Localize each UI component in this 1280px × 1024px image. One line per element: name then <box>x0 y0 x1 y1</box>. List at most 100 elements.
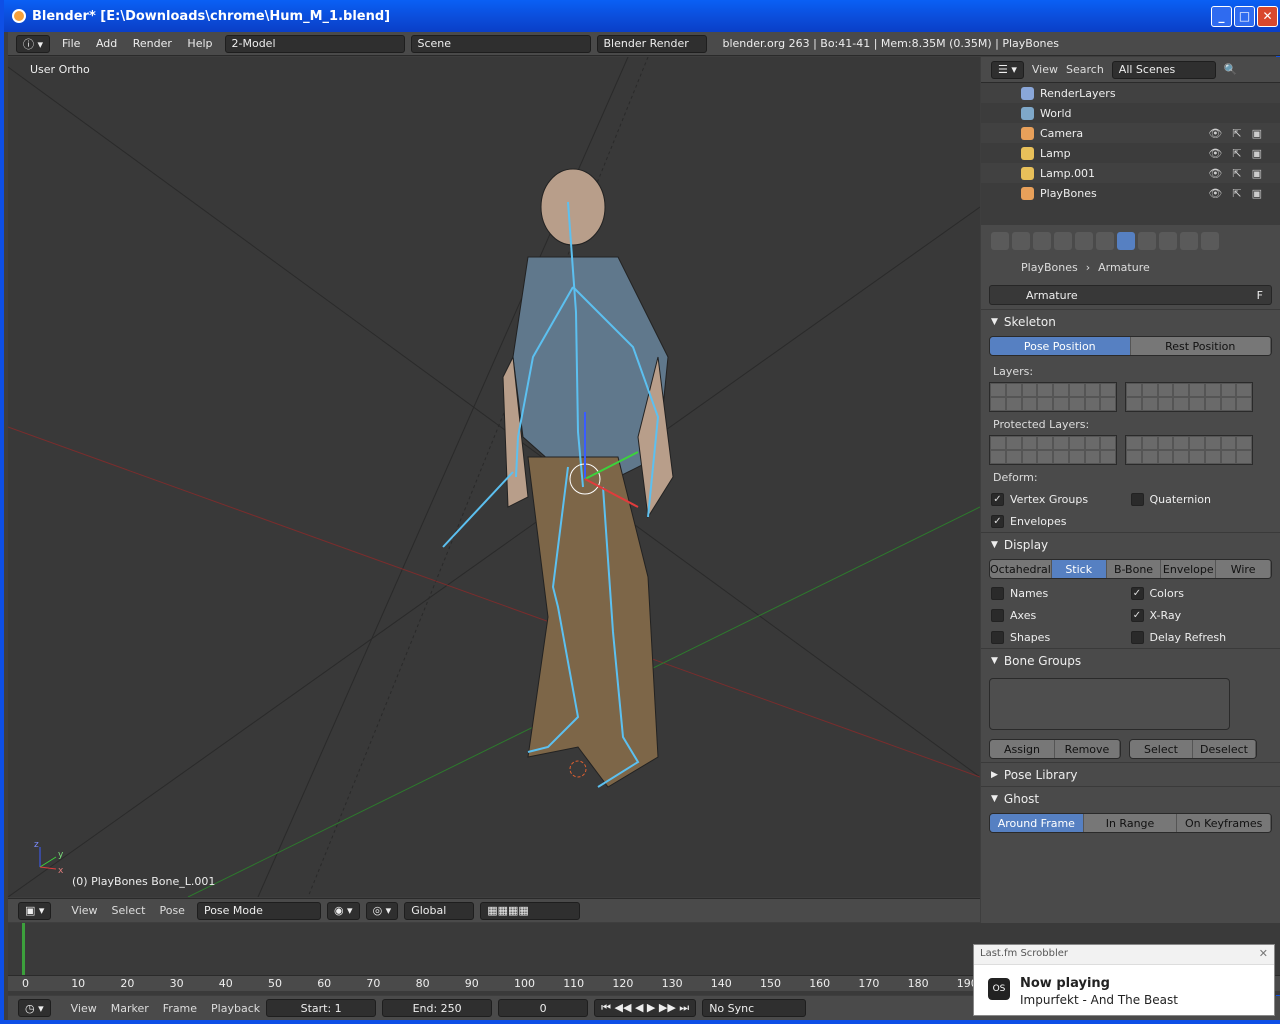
layer-cell[interactable] <box>1100 450 1116 464</box>
stick-button[interactable]: Stick <box>1051 560 1107 578</box>
protected-grid-left[interactable] <box>989 435 1117 465</box>
3d-viewport[interactable]: z y x User Ortho (0) PlayBones Bone_L.00… <box>8 57 980 897</box>
outliner-item[interactable]: Lamp 👁⇱▣ <box>981 143 1280 163</box>
layer-cell[interactable] <box>1220 450 1237 464</box>
bone-constraint-tab-icon[interactable] <box>1159 232 1177 250</box>
menu-render[interactable]: Render <box>133 37 172 50</box>
layer-cell[interactable] <box>990 436 1006 450</box>
layer-cell[interactable] <box>1189 436 1205 450</box>
crumb-object[interactable]: PlayBones <box>1021 261 1078 274</box>
layer-cell[interactable] <box>1053 397 1069 411</box>
close-button[interactable]: ✕ <box>1257 6 1278 27</box>
layer-cell[interactable] <box>1005 450 1022 464</box>
physics-tab-icon[interactable] <box>1201 232 1219 250</box>
layer-cell[interactable] <box>1173 383 1189 397</box>
texture-tab-icon[interactable] <box>1180 232 1198 250</box>
menu-help[interactable]: Help <box>187 37 212 50</box>
layer-cell[interactable] <box>1189 397 1205 411</box>
around-frame-button[interactable]: Around Frame <box>990 814 1084 832</box>
menu-pose[interactable]: Pose <box>159 904 184 917</box>
layer-cell[interactable] <box>1173 450 1189 464</box>
modifiers-tab-icon[interactable] <box>1096 232 1114 250</box>
outliner-item[interactable]: Camera 👁⇱▣ <box>981 123 1280 143</box>
layer-cell[interactable] <box>1141 450 1158 464</box>
layer-cell[interactable] <box>1084 436 1101 450</box>
in-range-button[interactable]: In Range <box>1083 814 1178 832</box>
menu-view[interactable]: View <box>71 904 97 917</box>
search-icon[interactable]: 🔍 <box>1224 63 1238 76</box>
timeline-menu-view[interactable]: View <box>71 1002 97 1015</box>
layer-cell[interactable] <box>1053 450 1069 464</box>
layer-cell[interactable] <box>1220 383 1237 397</box>
layer-cell[interactable] <box>1021 383 1038 397</box>
3d-cursor[interactable] <box>569 760 587 778</box>
layer-cell[interactable] <box>1220 397 1237 411</box>
viewport-editor-icon[interactable]: ▣ ▾ <box>18 901 52 920</box>
mode-select[interactable]: Pose Mode <box>196 901 321 920</box>
armature-name-field[interactable]: Armature F <box>989 285 1272 305</box>
layer-cell[interactable] <box>1189 450 1205 464</box>
protected-grid-right[interactable] <box>1125 435 1253 465</box>
bone-tab-icon[interactable] <box>1138 232 1156 250</box>
maximize-button[interactable]: □ <box>1234 6 1255 27</box>
layer-grid-left[interactable] <box>989 382 1117 412</box>
menu-add[interactable]: Add <box>96 37 117 50</box>
crumb-armature[interactable]: Armature <box>1098 261 1150 274</box>
timeline-menu-playback[interactable]: Playback <box>211 1002 260 1015</box>
colors-checkbox[interactable]: ✓ Colors <box>1130 586 1271 600</box>
bone-groups-list[interactable] <box>989 678 1230 730</box>
layer-cell[interactable] <box>1126 450 1142 464</box>
render-tab-icon[interactable] <box>991 232 1009 250</box>
outliner-item[interactable]: PlayBones 👁⇱▣ <box>981 183 1280 203</box>
outliner-item[interactable]: RenderLayers <box>981 83 1280 103</box>
layer-cell[interactable] <box>1157 436 1174 450</box>
bbone-button[interactable]: B-Bone <box>1106 560 1162 578</box>
layer-cell[interactable] <box>1100 383 1116 397</box>
pose-position-button[interactable]: Pose Position <box>990 337 1131 355</box>
layer-cell[interactable] <box>1084 383 1101 397</box>
protected-layer-grid[interactable] <box>981 435 1280 465</box>
layer-cell[interactable] <box>1126 397 1142 411</box>
layer-cell[interactable] <box>1173 397 1189 411</box>
layer-cell[interactable] <box>1068 383 1085 397</box>
layer-cell[interactable] <box>1157 397 1174 411</box>
visibility-icons[interactable]: 👁⇱▣ <box>1208 127 1272 140</box>
visibility-icons[interactable]: 👁⇱▣ <box>1208 167 1272 180</box>
current-frame-field[interactable]: 0 <box>498 999 589 1017</box>
layer-cell[interactable] <box>1037 383 1053 397</box>
axes-checkbox[interactable]: Axes <box>991 608 1131 622</box>
xray-checkbox[interactable]: ✓ X-Ray <box>1130 608 1271 622</box>
layer-cell[interactable] <box>990 450 1006 464</box>
timeline-menu-frame[interactable]: Frame <box>163 1002 197 1015</box>
layer-cell[interactable] <box>1005 397 1022 411</box>
layer-cell[interactable] <box>1236 450 1252 464</box>
sync-select[interactable]: No Sync <box>702 999 807 1017</box>
layer-grid[interactable] <box>981 382 1280 412</box>
scene-select[interactable]: Scene <box>410 34 591 53</box>
vertex-groups-checkbox[interactable]: ✓ Vertex Groups <box>991 492 1131 506</box>
deselect-button[interactable]: Deselect <box>1193 740 1256 758</box>
pivot-select[interactable]: ◎ ▾ <box>365 901 399 920</box>
layer-cell[interactable] <box>1220 436 1237 450</box>
layer-cell[interactable] <box>1204 450 1221 464</box>
outliner-editor-icon[interactable]: ☰ ▾ <box>991 60 1024 79</box>
minimize-button[interactable]: _ <box>1211 6 1232 27</box>
layer-cell[interactable] <box>1021 450 1038 464</box>
ghost-panel-header[interactable]: Ghost <box>981 786 1280 810</box>
end-frame-field[interactable]: End: 250 <box>382 999 493 1017</box>
display-panel-header[interactable]: Display <box>981 532 1280 556</box>
layer-cell[interactable] <box>990 397 1006 411</box>
wire-button[interactable]: Wire <box>1216 560 1271 578</box>
current-frame-marker[interactable] <box>22 923 25 975</box>
layer-cell[interactable] <box>1157 450 1174 464</box>
rest-position-button[interactable]: Rest Position <box>1130 337 1271 355</box>
quaternion-checkbox[interactable]: Quaternion <box>1130 492 1271 506</box>
layer-buttons[interactable]: ▦▦▦▦ <box>480 901 581 920</box>
skeleton-panel-header[interactable]: Skeleton <box>981 309 1280 333</box>
layer-cell[interactable] <box>1100 436 1116 450</box>
layer-cell[interactable] <box>1236 436 1252 450</box>
viewport-shading-select[interactable]: ◉ ▾ <box>326 901 360 920</box>
layer-cell[interactable] <box>1204 436 1221 450</box>
layer-cell[interactable] <box>1157 383 1174 397</box>
render-engine-select[interactable]: Blender Render <box>596 34 707 53</box>
